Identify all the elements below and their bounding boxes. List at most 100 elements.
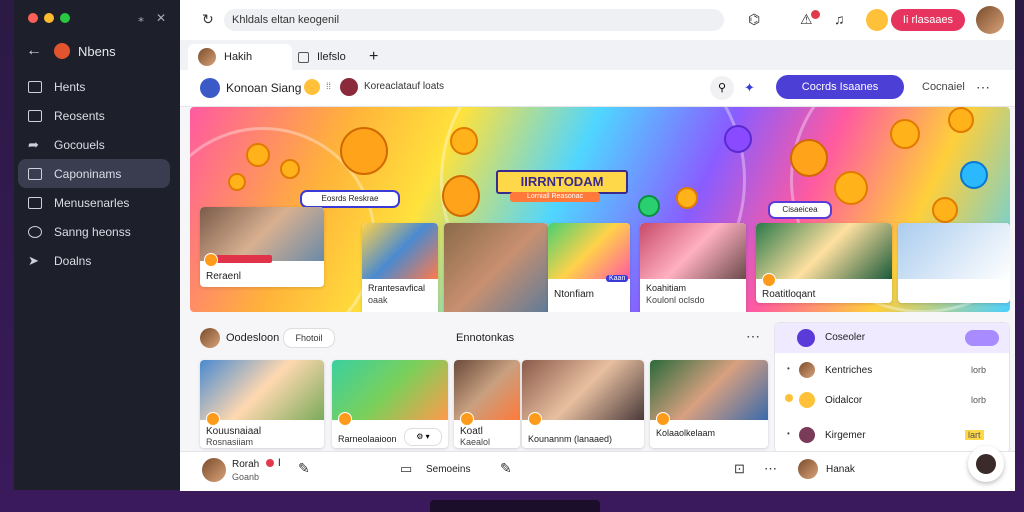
user-avatar[interactable] xyxy=(202,458,226,482)
search-icon[interactable]: ⚲ xyxy=(710,76,734,100)
more-icon[interactable]: ⋯ xyxy=(764,461,777,477)
video-card[interactable] xyxy=(444,223,548,312)
live-badge xyxy=(216,255,272,263)
sidebar-back[interactable]: ← Nbens xyxy=(26,42,116,60)
list-item-label: Oidalcor xyxy=(825,395,863,406)
card-title: Kouusnaiaal xyxy=(206,426,262,437)
thumbnail xyxy=(650,360,768,420)
more-icon[interactable]: ⋯ xyxy=(746,328,760,345)
tab-hakih[interactable]: Hakih xyxy=(188,44,292,70)
card-title: Koatl xyxy=(460,426,483,437)
close-dot[interactable] xyxy=(28,13,38,23)
device-stand xyxy=(430,500,600,512)
video-card[interactable]: Reraenl xyxy=(200,207,324,287)
channel-badge-icon xyxy=(338,412,352,426)
sidebar-item-reosents[interactable]: Reosents xyxy=(18,101,170,130)
avatar xyxy=(799,427,815,443)
star-icon[interactable]: ✦ xyxy=(744,80,755,96)
sidebar-item-label: Sanng heonss xyxy=(54,224,131,239)
sidebar-item-menusenarles[interactable]: Menusenarles xyxy=(18,188,170,217)
sidebar-item-sanng-heonss[interactable]: Sanng heonss xyxy=(18,217,170,246)
channel-badge-icon xyxy=(762,273,776,287)
document-icon xyxy=(28,109,42,122)
emoji-icon xyxy=(799,392,815,408)
bottom-center-label[interactable]: Semoeins xyxy=(426,464,470,475)
list-item[interactable]: • Kirgemer lart xyxy=(775,421,1009,451)
back-arrow-icon[interactable]: ← xyxy=(26,42,42,60)
info-icon[interactable]: ǀ xyxy=(278,458,281,469)
options-chip[interactable]: ⚙ ▾ xyxy=(404,428,442,446)
panel-toggle[interactable] xyxy=(965,330,999,346)
tab-ilefslo[interactable]: Ilefslo xyxy=(298,44,368,70)
sidebar-item-caponinams[interactable]: Caponinams xyxy=(18,159,170,188)
header-link[interactable]: Cocnaiel xyxy=(922,81,965,93)
edit-icon[interactable]: ✎ xyxy=(298,460,310,477)
list-item[interactable]: Oidalcor lorb xyxy=(775,386,1009,416)
settings-icon xyxy=(28,225,42,238)
video-card[interactable]: Koahitiam Koulonl oclsdo xyxy=(640,223,746,312)
sidebar-item-label: Doalns xyxy=(54,253,92,268)
sidebar-nav: Hents Reosents ➦ Gocouels Caponinams Menu… xyxy=(18,72,170,275)
sidebar-item-hents[interactable]: Hents xyxy=(18,72,170,101)
sidebar-item-label: Menusenarles xyxy=(54,195,130,210)
sidebar-item-gocouels[interactable]: ➦ Gocouels xyxy=(18,130,170,159)
address-bar[interactable]: Khldals eltan keogenil xyxy=(224,9,724,31)
thumbnail xyxy=(640,223,746,279)
checkbox-icon[interactable] xyxy=(298,51,309,63)
avatar xyxy=(54,43,70,59)
sidebar-item-label: Hents xyxy=(54,79,86,94)
maximize-dot[interactable] xyxy=(60,13,70,23)
translate-icon[interactable]: ⌬ xyxy=(748,11,760,28)
card-title: Kounannm (lanaaed) xyxy=(528,434,613,444)
tab-avatar xyxy=(198,48,216,66)
pin-icon[interactable]: ⁎ xyxy=(138,11,144,25)
right-panel: Coseoler • Kentriches lorb Oidalcor lorb… xyxy=(774,322,1010,454)
smiley-icon xyxy=(442,175,480,217)
minimize-dot[interactable] xyxy=(44,13,54,23)
comment-icon[interactable]: ▭ xyxy=(400,461,412,477)
thumbnail xyxy=(200,360,324,420)
list-item[interactable]: • Kentriches lorb xyxy=(775,356,1009,386)
video-card[interactable]: Kounannm (lanaaed) xyxy=(522,360,644,448)
sidebar-item-label: Caponinams xyxy=(54,166,122,181)
video-card[interactable]: Kaan Ntonfiam xyxy=(548,223,630,312)
thumbnail xyxy=(756,223,892,279)
card-meta: Rosnasiiam xyxy=(206,437,254,447)
user-avatar[interactable] xyxy=(798,459,818,479)
primary-action-button[interactable]: Ii rlasaaes xyxy=(891,9,965,31)
thumbnail xyxy=(332,360,448,420)
video-card[interactable]: Rarneolaaioon ⚙ ▾ xyxy=(332,360,448,448)
filter-chip[interactable]: Fhotoil xyxy=(283,328,335,348)
close-icon[interactable]: ✕ xyxy=(156,11,166,25)
emoji-avatar[interactable] xyxy=(866,9,888,31)
video-card[interactable] xyxy=(898,223,1010,303)
section-avatar xyxy=(200,328,220,348)
hero-banner[interactable]: Eosrds Reskrae IIRRNTODAM Lorniall Reaso… xyxy=(190,107,1010,312)
reload-icon[interactable]: ↻ xyxy=(202,11,214,28)
video-card[interactable]: Koatl Kaealol xyxy=(454,360,520,448)
user-name: Rorah xyxy=(232,459,260,470)
channel-badge-icon xyxy=(460,412,474,426)
list-item-label: Kirgemer xyxy=(825,430,866,441)
tab-label: Ilefslo xyxy=(317,51,346,63)
hero-tag-left[interactable]: Eosrds Reskrae xyxy=(300,190,400,208)
hero-tag-right[interactable]: Cisaeicea xyxy=(768,201,832,219)
share-icon[interactable]: ✎ xyxy=(500,460,512,477)
subscribe-button[interactable]: Cocrds Isaanes xyxy=(776,75,904,99)
grid-icon[interactable]: ⊡ xyxy=(734,461,745,477)
card-meta: Koulonl oclsdo xyxy=(646,295,705,305)
user-avatar[interactable] xyxy=(976,6,1004,34)
thumbnail xyxy=(444,223,548,312)
floating-avatar-button[interactable] xyxy=(968,446,1004,482)
list-item-label: Kentriches xyxy=(825,365,873,376)
bell-icon[interactable]: ♫ xyxy=(834,11,845,27)
more-icon[interactable]: ⋯ xyxy=(976,79,990,96)
video-card[interactable]: Kolaaolkelaam xyxy=(650,360,768,448)
video-card[interactable]: Kouusnaiaal Rosnasiiam xyxy=(200,360,324,448)
video-card[interactable]: Rrantesavfical oaak xyxy=(362,223,438,312)
calendar-icon xyxy=(28,196,42,209)
new-tab-plus-icon[interactable]: + xyxy=(369,44,378,70)
section-center-text[interactable]: Ennotonkas xyxy=(456,332,514,344)
sidebar-item-doalns[interactable]: ➤ Doalns xyxy=(18,246,170,275)
video-card[interactable]: Roatitloqant xyxy=(756,223,892,303)
